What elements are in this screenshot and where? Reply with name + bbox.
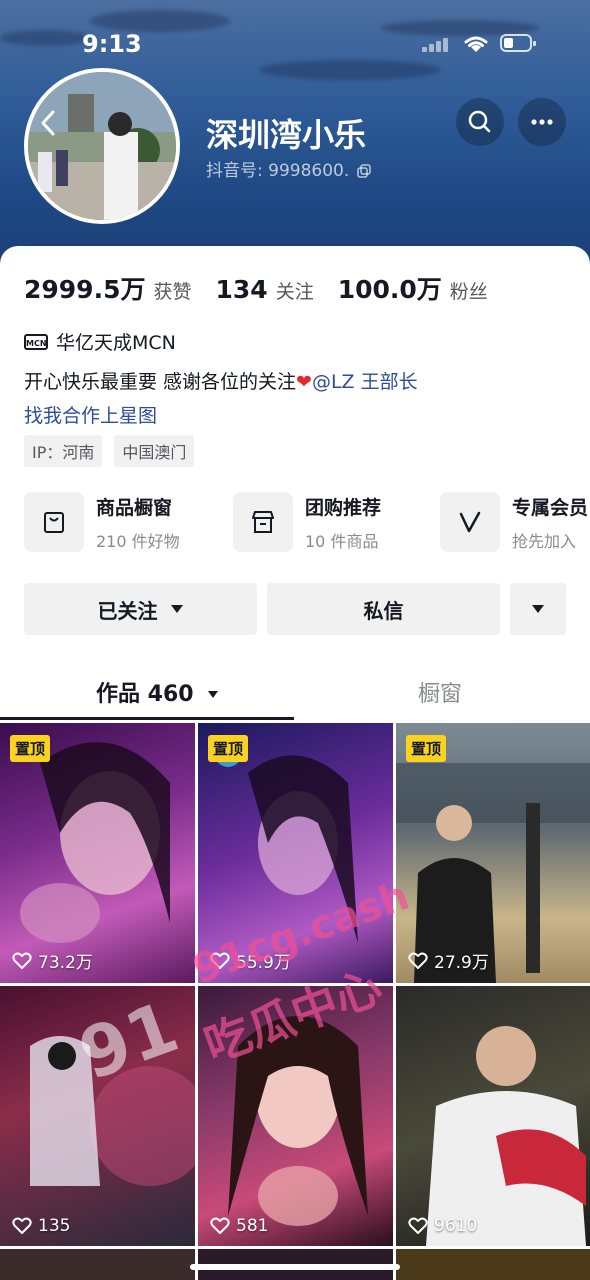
more-actions-button[interactable] bbox=[510, 583, 566, 635]
video-likes: 27.9万 bbox=[408, 948, 489, 973]
service-title: 团购推荐 bbox=[305, 496, 382, 519]
more-button[interactable] bbox=[518, 98, 566, 146]
pinned-badge: 置顶 bbox=[208, 735, 249, 762]
service-title: 专属会员 bbox=[512, 496, 589, 519]
search-icon bbox=[468, 110, 491, 133]
video-thumb-image bbox=[396, 763, 590, 983]
following-count[interactable]: 134 bbox=[216, 275, 268, 304]
pinned-badge: 置顶 bbox=[406, 735, 447, 762]
battery-icon bbox=[500, 34, 536, 52]
heart-outline-icon bbox=[12, 1217, 32, 1234]
home-indicator[interactable] bbox=[190, 1264, 400, 1270]
pinned-badge: 置顶 bbox=[10, 735, 51, 762]
avatar[interactable] bbox=[24, 68, 180, 224]
video-thumb-image bbox=[426, 1026, 586, 1246]
caret-down-icon bbox=[532, 605, 544, 613]
ip-location-tag: IP：河南 bbox=[24, 435, 103, 467]
video-thumb[interactable] bbox=[0, 1249, 195, 1280]
search-button[interactable] bbox=[456, 98, 504, 146]
video-thumb-image bbox=[20, 742, 170, 943]
heart-outline-icon bbox=[12, 952, 32, 969]
video-thumb[interactable]: 置顶 27.9万 bbox=[396, 723, 590, 983]
copy-icon[interactable] bbox=[356, 164, 371, 178]
avatar-photo bbox=[28, 72, 176, 220]
bio: 开心快乐最重要 感谢各位的关注❤@LZ 王部长 bbox=[24, 367, 418, 394]
region-tag: 中国澳门 bbox=[114, 435, 195, 467]
heart-outline-icon bbox=[210, 1217, 230, 1234]
service-shop-window[interactable]: 商品橱窗 210 件好物 bbox=[24, 492, 180, 552]
v-icon bbox=[459, 511, 481, 533]
service-row: 商品橱窗 210 件好物 团购推荐 10 件商品 专属会员 抢先加入 bbox=[24, 492, 590, 554]
mcn-name: 华亿天成MCN bbox=[56, 332, 176, 354]
tab-window[interactable]: 橱窗 bbox=[418, 676, 462, 708]
service-sub: 210 件好物 bbox=[96, 531, 180, 551]
profile-name: 深圳湾小乐 bbox=[206, 116, 367, 154]
followers-label[interactable]: 粉丝 bbox=[450, 277, 488, 304]
service-membership[interactable]: 专属会员 抢先加入 bbox=[440, 492, 588, 552]
video-thumb[interactable]: 置顶 73.2万 bbox=[0, 723, 195, 983]
heart-outline-icon bbox=[408, 952, 428, 969]
service-sub: 抢先加入 bbox=[512, 531, 577, 551]
douyin-id[interactable]: 抖音号: 9998600. bbox=[206, 156, 371, 181]
caret-down-icon bbox=[208, 691, 219, 698]
video-thumb[interactable]: 9610 bbox=[396, 986, 590, 1246]
service-group-buy[interactable]: 团购推荐 10 件商品 bbox=[233, 492, 381, 552]
message-label: 私信 bbox=[363, 598, 404, 623]
video-likes: 135 bbox=[12, 1216, 70, 1236]
bio-mention-link[interactable]: @LZ 王部长 bbox=[312, 371, 418, 393]
status-time: 9:13 bbox=[82, 30, 142, 58]
video-likes-count: 73.2万 bbox=[38, 953, 93, 973]
message-button[interactable]: 私信 bbox=[267, 583, 500, 635]
caret-down-icon bbox=[170, 605, 183, 613]
video-likes-count: 581 bbox=[236, 1216, 269, 1236]
followed-button[interactable]: 已关注 bbox=[24, 583, 257, 635]
profile-stats: 2999.5万 获赞 134 关注 100.0万 粉丝 bbox=[24, 270, 512, 306]
status-bar: 9:13 bbox=[0, 0, 590, 80]
tab-works[interactable]: 作品 460 bbox=[96, 676, 219, 708]
cellular-signal-icon bbox=[422, 36, 452, 52]
service-icon-box bbox=[233, 492, 293, 552]
video-likes: 581 bbox=[210, 1216, 268, 1236]
heart-outline-icon bbox=[408, 1217, 428, 1234]
followed-label: 已关注 bbox=[97, 598, 158, 623]
collab-link[interactable]: 找我合作上星图 bbox=[24, 401, 157, 428]
bio-text: 开心快乐最重要 感谢各位的关注 bbox=[24, 371, 297, 393]
video-likes: 73.2万 bbox=[12, 948, 93, 973]
likes-count: 2999.5万 bbox=[24, 275, 146, 304]
more-icon bbox=[531, 119, 553, 125]
mcn-icon: MCN bbox=[24, 333, 48, 350]
profile-tags: IP：河南 中国澳门 bbox=[24, 435, 195, 467]
service-icon-box bbox=[440, 492, 500, 552]
service-icon-box bbox=[24, 492, 84, 552]
bag-icon bbox=[44, 512, 64, 533]
mcn-row[interactable]: MCN 华亿天成MCN bbox=[24, 328, 176, 355]
heart-emoji-icon: ❤ bbox=[296, 371, 312, 393]
service-title: 商品橱窗 bbox=[96, 496, 173, 519]
douyin-id-text: 抖音号: 9998600. bbox=[206, 161, 350, 181]
video-likes: 9610 bbox=[408, 1216, 477, 1236]
followers-count[interactable]: 100.0万 bbox=[338, 270, 442, 306]
store-icon bbox=[252, 511, 274, 533]
video-thumb[interactable] bbox=[396, 1249, 590, 1280]
back-icon[interactable] bbox=[36, 108, 60, 138]
service-sub: 10 件商品 bbox=[305, 531, 379, 551]
video-likes-count: 135 bbox=[38, 1216, 71, 1236]
video-likes-count: 9610 bbox=[434, 1216, 478, 1236]
tab-indicator bbox=[0, 717, 294, 720]
video-likes-count: 27.9万 bbox=[434, 953, 489, 973]
wifi-icon bbox=[464, 36, 488, 52]
tab-works-label: 作品 460 bbox=[96, 682, 194, 707]
following-label[interactable]: 关注 bbox=[276, 277, 314, 304]
likes-label: 获赞 bbox=[153, 281, 192, 303]
